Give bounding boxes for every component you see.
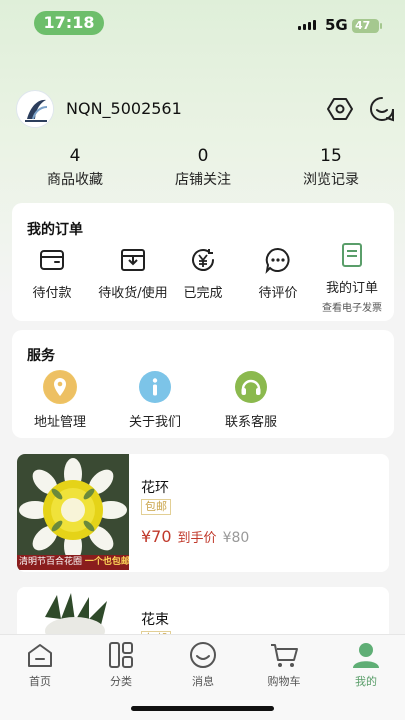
free-shipping-tag: 包邮: [141, 499, 171, 515]
order-label: 已完成: [183, 286, 223, 301]
service-label: 关于我们: [128, 415, 181, 430]
stat-value: 4: [69, 146, 81, 166]
stat-label: 商品收藏: [47, 172, 103, 188]
tab-cart[interactable]: 购物车: [254, 641, 314, 689]
username[interactable]: NQN_5002561: [66, 99, 182, 118]
tab-label: 首页: [29, 675, 51, 688]
order-label: 待付款: [32, 286, 72, 301]
services-title: 服务: [27, 348, 55, 364]
tab-label: 消息: [192, 675, 214, 688]
product-image-wreath: 清明节百合花圈 一个也包邮: [17, 454, 129, 570]
message-icon: [188, 641, 218, 669]
service-support[interactable]: 联系客服: [206, 370, 296, 430]
tab-messages[interactable]: 消息: [173, 641, 233, 689]
service-about[interactable]: 关于我们: [110, 370, 200, 430]
price-row: ¥70 到手价 ¥80: [141, 527, 249, 546]
price-label: 到手价: [177, 531, 217, 546]
tab-home[interactable]: 首页: [10, 641, 70, 689]
product-name: 花环: [141, 480, 169, 496]
orders-card: 我的订单 待付款 待收货/使用 已完成 待评价 我的订单 查看电子发票: [12, 203, 394, 321]
location-icon: [43, 370, 77, 404]
network-label: 5G: [325, 16, 348, 34]
document-icon: [338, 241, 366, 269]
stat-value: 0: [197, 146, 209, 166]
status-time: 17:18: [34, 11, 104, 35]
tab-label: 分类: [110, 675, 132, 688]
order-pending-review[interactable]: 待评价: [238, 246, 318, 301]
stat-value: 15: [320, 146, 342, 166]
cart-icon: [269, 641, 299, 669]
signal-icon: [298, 20, 316, 30]
category-icon: [106, 641, 136, 669]
profile-icon: [351, 641, 381, 669]
promo-highlight: 一个也包邮: [84, 557, 129, 567]
wallet-icon: [38, 246, 66, 274]
original-price: ¥80: [222, 530, 250, 546]
settings-icon[interactable]: [327, 96, 353, 122]
battery-icon: 47: [352, 19, 382, 33]
promo-text: 清明节百合花圈: [19, 557, 83, 567]
home-indicator: [131, 706, 274, 711]
product-price: ¥70: [141, 527, 172, 546]
order-pending-payment[interactable]: 待付款: [12, 246, 92, 301]
stat-followed-shops[interactable]: 0 店铺关注: [153, 145, 253, 189]
box-icon: [119, 246, 147, 274]
product-card[interactable]: 清明节百合花圈 一个也包邮 花环 包邮 ¥70 到手价 ¥80: [17, 454, 389, 572]
order-label: 我的订单: [325, 281, 378, 296]
battery-level: 47: [355, 19, 371, 32]
avatar[interactable]: [16, 90, 54, 128]
stats-row: 4 商品收藏 0 店铺关注 15 浏览记录: [0, 145, 405, 189]
yen-icon: [189, 246, 217, 274]
service-label: 地址管理: [33, 415, 86, 430]
status-bar: 17:18 5G 47: [0, 0, 405, 46]
orders-title: 我的订单: [27, 222, 83, 238]
chat-icon: [264, 246, 292, 274]
invoice-link[interactable]: 查看电子发票: [312, 299, 392, 314]
home-icon: [25, 641, 55, 669]
order-all[interactable]: 我的订单 查看电子发票: [312, 241, 392, 314]
stat-history[interactable]: 15 浏览记录: [281, 145, 381, 189]
headset-icon: [234, 370, 268, 404]
stat-favorites[interactable]: 4 商品收藏: [25, 145, 125, 189]
stat-label: 浏览记录: [303, 172, 359, 188]
services-card: 服务 地址管理 关于我们 联系客服: [12, 330, 394, 438]
stat-label: 店铺关注: [175, 172, 231, 188]
order-label: 待评价: [258, 286, 298, 301]
product-promo-banner: 清明节百合花圈 一个也包邮: [17, 555, 129, 570]
service-label: 联系客服: [224, 415, 277, 430]
info-icon: [138, 370, 172, 404]
product-name: 花束: [141, 612, 169, 628]
tab-label: 购物车: [267, 675, 301, 688]
order-completed[interactable]: 已完成: [163, 246, 243, 301]
message-icon[interactable]: [369, 96, 395, 122]
tab-profile[interactable]: 我的: [336, 641, 396, 689]
tab-label: 我的: [355, 675, 377, 688]
tab-category[interactable]: 分类: [91, 641, 151, 689]
service-address[interactable]: 地址管理: [15, 370, 105, 430]
